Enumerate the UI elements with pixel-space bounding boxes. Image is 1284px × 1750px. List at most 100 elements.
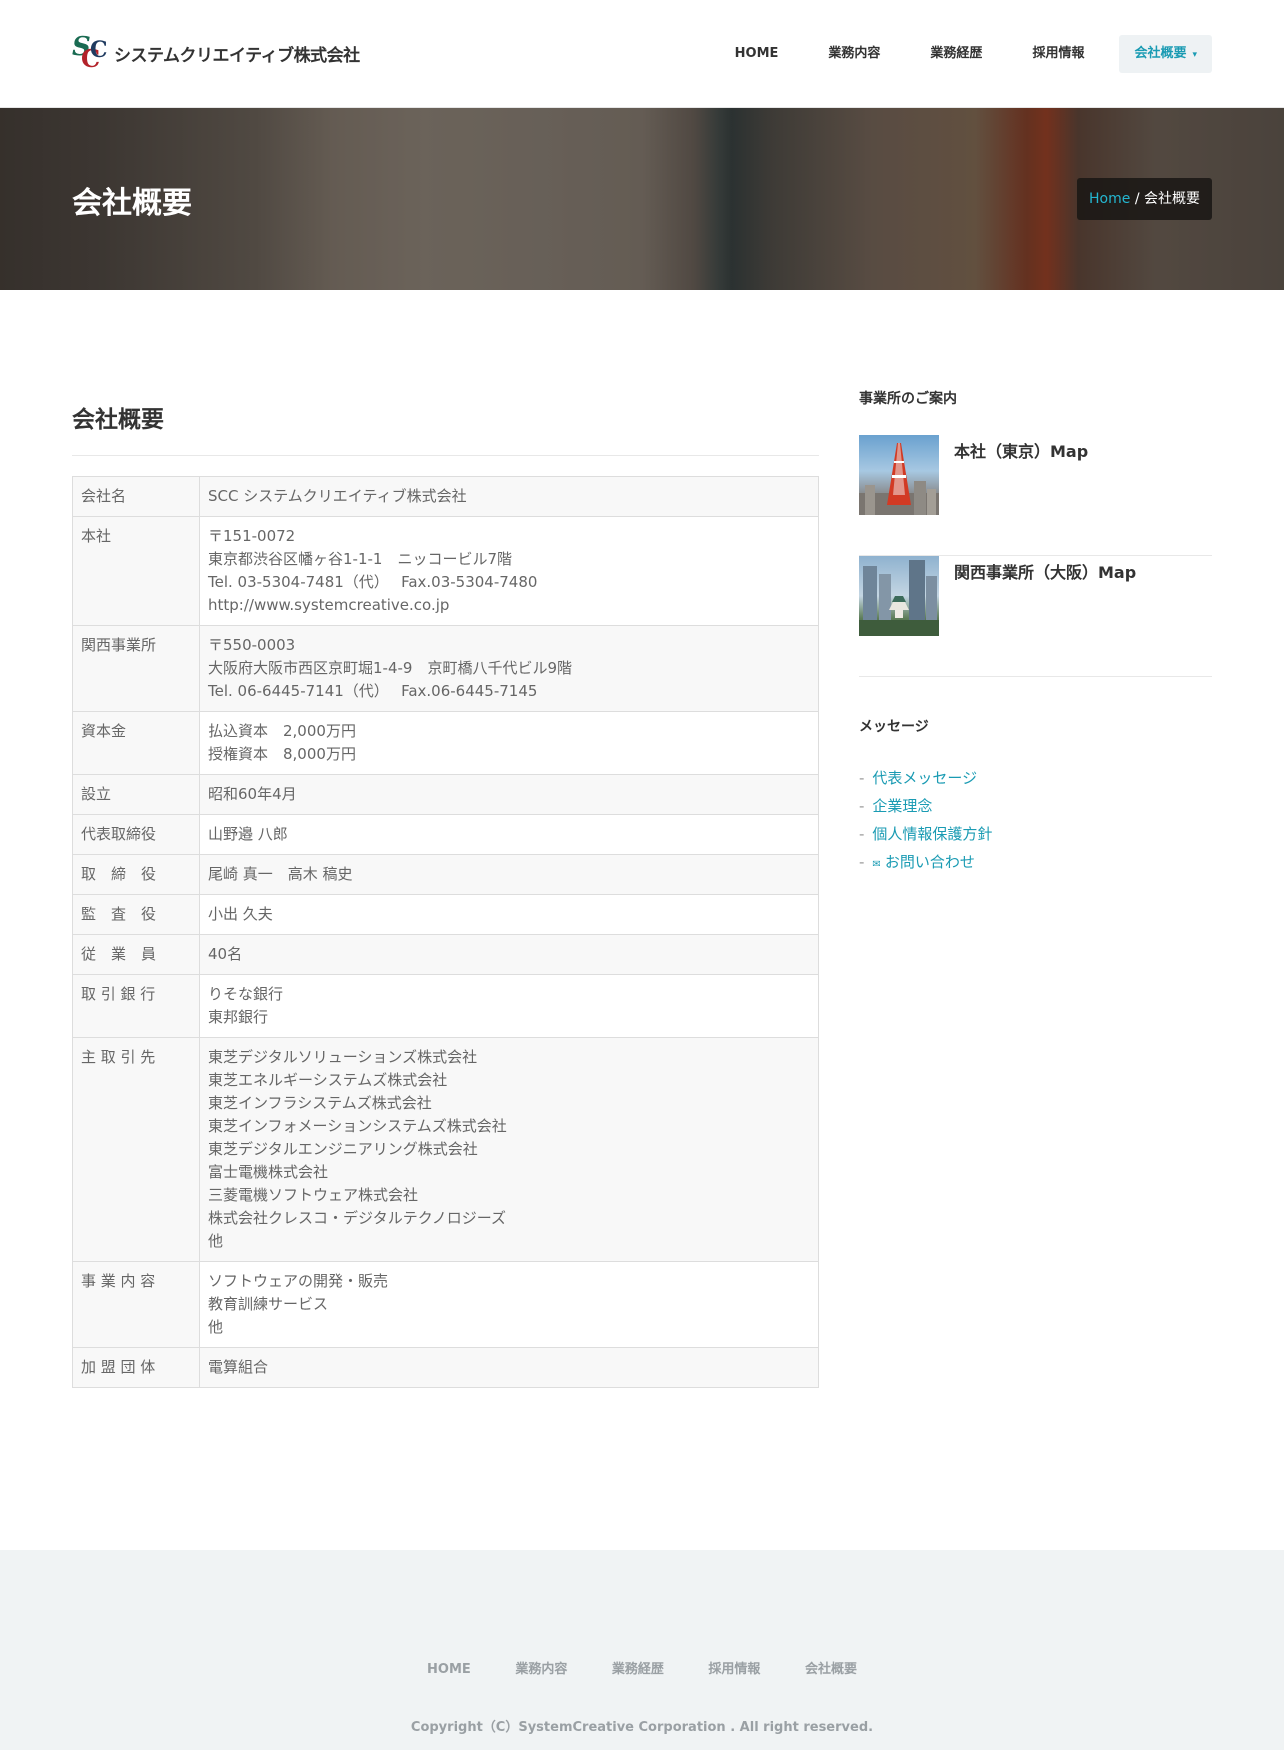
row-value-line: 東邦銀行 [208,1008,269,1026]
link-philosophy[interactable]: - 企業理念 [859,792,992,820]
site-footer: HOME 業務内容 業務経歴 採用情報 会社概要 Copyright（C）Sys… [0,1550,1284,1750]
hero-title: 会社概要 [72,186,192,221]
chevron-down-icon: ▾ [1192,50,1197,60]
table-row: 監 査 役小出 久夫 [72,894,819,935]
row-label: 本社 [72,516,200,626]
main-nav: HOME 業務内容 業務経歴 採用情報 会社概要 ▾ [710,35,1212,73]
row-value: 40名 [199,934,819,975]
row-label: 監 査 役 [72,894,200,935]
table-row: 事 業 内 容ソフトウェアの開発・販売 教育訓練サービス他 [72,1261,819,1348]
row-label: 資本金 [72,711,200,775]
tokyo-tower-photo[interactable] [859,435,939,515]
footer-nav-recruit[interactable]: 採用情報 [708,1662,760,1677]
link-privacy-policy[interactable]: - 個人情報保護方針 [859,820,992,848]
nav-recruit[interactable]: 採用情報 [1007,35,1109,73]
row-value: りそな銀行 東邦銀行 [199,974,819,1038]
row-label: 事 業 内 容 [72,1261,200,1348]
row-value-line: 昭和60年4月 [208,785,297,803]
table-row: 取 締 役尾崎 真一 高木 稿史 [72,854,819,895]
office-item-tokyo[interactable]: 本社（東京）Map [859,435,1212,556]
row-label: 主 取 引 先 [72,1037,200,1262]
row-value-line: 東京都渋谷区幡ヶ谷1-1-1 ニッコービル7階 [208,550,513,568]
row-label: 加 盟 団 体 [72,1347,200,1388]
nav-company[interactable]: 会社概要 ▾ [1119,35,1212,73]
row-value: 小出 久夫 [199,894,819,935]
row-value-line: 大阪府大阪市西区京町堀1-4-9 京町橋八千代ビル9階 [208,659,573,677]
office-label-osaka[interactable]: 関西事業所（大阪）Map [954,559,1136,583]
footer-nav-home[interactable]: HOME [427,1662,471,1677]
footer-nav-business[interactable]: 業務内容 [515,1662,567,1677]
row-label: 取 締 役 [72,854,200,895]
row-value-line: 他 [208,1318,224,1336]
nav-company-label: 会社概要 [1134,46,1187,61]
footer-nav: HOME 業務内容 業務経歴 採用情報 会社概要 [0,1658,1284,1677]
row-value: 〒550-0003 大阪府大阪市西区京町堀1-4-9 京町橋八千代ビル9階 Tel.… [199,625,819,712]
row-value-line: 東芝デジタルソリューションズ株式会社 [208,1048,478,1066]
osaka-castle-photo[interactable] [859,556,939,636]
site-header: SCC システムクリエイティブ株式会社 HOME 業務内容 業務経歴 採用情報 … [0,0,1284,108]
row-value-line: 他 [208,1232,224,1250]
link-ceo-message[interactable]: - 代表メッセージ [859,764,992,792]
footer-nav-history[interactable]: 業務経歴 [612,1662,664,1677]
row-value-line: 東芝インフラシステムズ株式会社 [208,1094,432,1112]
breadcrumb-separator: / [1130,191,1144,207]
table-row: 設立 昭和60年4月 [72,774,819,815]
nav-history[interactable]: 業務経歴 [905,35,1007,73]
row-label: 代表取締役 [72,814,200,855]
logo-text: システムクリエイティブ株式会社 [114,45,360,66]
breadcrumb-home-link[interactable]: Home [1089,191,1130,207]
row-value-line: 株式会社クレスコ・デジタルテクノロジーズ [208,1209,507,1227]
row-value-line: 東芝エネルギーシステムズ株式会社 [208,1071,448,1089]
company-info-table: 会社名 SCC システムクリエイティブ株式会社 本社 〒151-0072 東京都渋谷区幡… [72,476,819,1388]
scc-logo-mark: SCC [72,32,108,73]
table-row: 会社名 SCC システムクリエイティブ株式会社 [72,476,819,517]
row-value-line: SCC システムクリエイティブ株式会社 [208,487,467,505]
title-divider [72,455,819,456]
footer-nav-company[interactable]: 会社概要 [805,1662,857,1677]
row-value: 電算組合 [199,1347,819,1388]
row-value-line: http://www.systemcreative.co.jp [208,596,450,614]
row-value: ソフトウェアの開発・販売 教育訓練サービス他 [199,1261,819,1348]
row-value-line: 東芝デジタルエンジニアリング株式会社 [208,1140,478,1158]
row-value-line: 尾崎 真一 高木 稿史 [208,865,353,883]
table-row: 資本金 払込資本 2,000万円 授権資本 8,000万円 [72,711,819,775]
row-label: 取 引 銀 行 [72,974,200,1038]
row-value-line: Tel. 06-6445-7141（代） Fax.06-6445-7145 [208,682,538,700]
row-label: 設立 [72,774,200,815]
message-links: - 代表メッセージ - 企業理念 - 個人情報保護方針 - ✉ お問い合わせ [859,764,992,879]
row-value: 〒151-0072 東京都渋谷区幡ヶ谷1-1-1 ニッコービル7階 Tel. 03-… [199,516,819,626]
row-label: 従 業 員 [72,934,200,975]
office-item-osaka[interactable]: 関西事業所（大阪）Map [859,556,1212,677]
row-value: 山野邉 八郎 [199,814,819,855]
table-row: 代表取締役 山野邉 八郎 [72,814,819,855]
nav-business[interactable]: 業務内容 [803,35,905,73]
row-label: 会社名 [72,476,200,517]
table-row: 関西事業所 〒550-0003 大阪府大阪市西区京町堀1-4-9 京町橋八千代ビル9… [72,625,819,712]
site-logo[interactable]: SCC システムクリエイティブ株式会社 [72,32,360,73]
row-value-line: 東芝インフォメーションシステムズ株式会社 [208,1117,507,1135]
row-value: 払込資本 2,000万円 授権資本 8,000万円 [199,711,819,775]
link-contact[interactable]: - ✉ お問い合わせ [859,848,992,879]
table-row: 加 盟 団 体電算組合 [72,1347,819,1388]
table-row: 従 業 員 40名 [72,934,819,975]
table-row: 主 取 引 先東芝デジタルソリューションズ株式会社 東芝エネルギーシステムズ株式会… [72,1037,819,1262]
row-value-line: Tel. 03-5304-7481（代） Fax.03-5304-7480 [208,573,538,591]
page-hero: 会社概要 Home / 会社概要 [0,108,1284,290]
row-value-line: 小出 久夫 [208,905,273,923]
row-value-line: 〒151-0072 [208,527,296,545]
row-value: SCC システムクリエイティブ株式会社 [199,476,819,517]
message-heading: メッセージ [859,719,929,735]
office-label-tokyo[interactable]: 本社（東京）Map [954,438,1088,462]
row-value: 尾崎 真一 高木 稿史 [199,854,819,895]
row-value-line: ソフトウェアの開発・販売 [208,1272,389,1290]
row-value-line: 山野邉 八郎 [208,825,288,843]
nav-home[interactable]: HOME [710,35,804,73]
row-value-line: 40名 [208,945,243,963]
row-value-line: りそな銀行 [208,985,284,1003]
row-value-line: 三菱電機ソフトウェア株式会社 [208,1186,419,1204]
row-value-line: 払込資本 2,000万円 [208,722,356,740]
offices-heading: 事業所のご案内 [859,391,957,407]
row-value-line: 富士電機株式会社 [208,1163,329,1181]
row-label: 関西事業所 [72,625,200,712]
breadcrumb: Home / 会社概要 [1077,178,1212,220]
